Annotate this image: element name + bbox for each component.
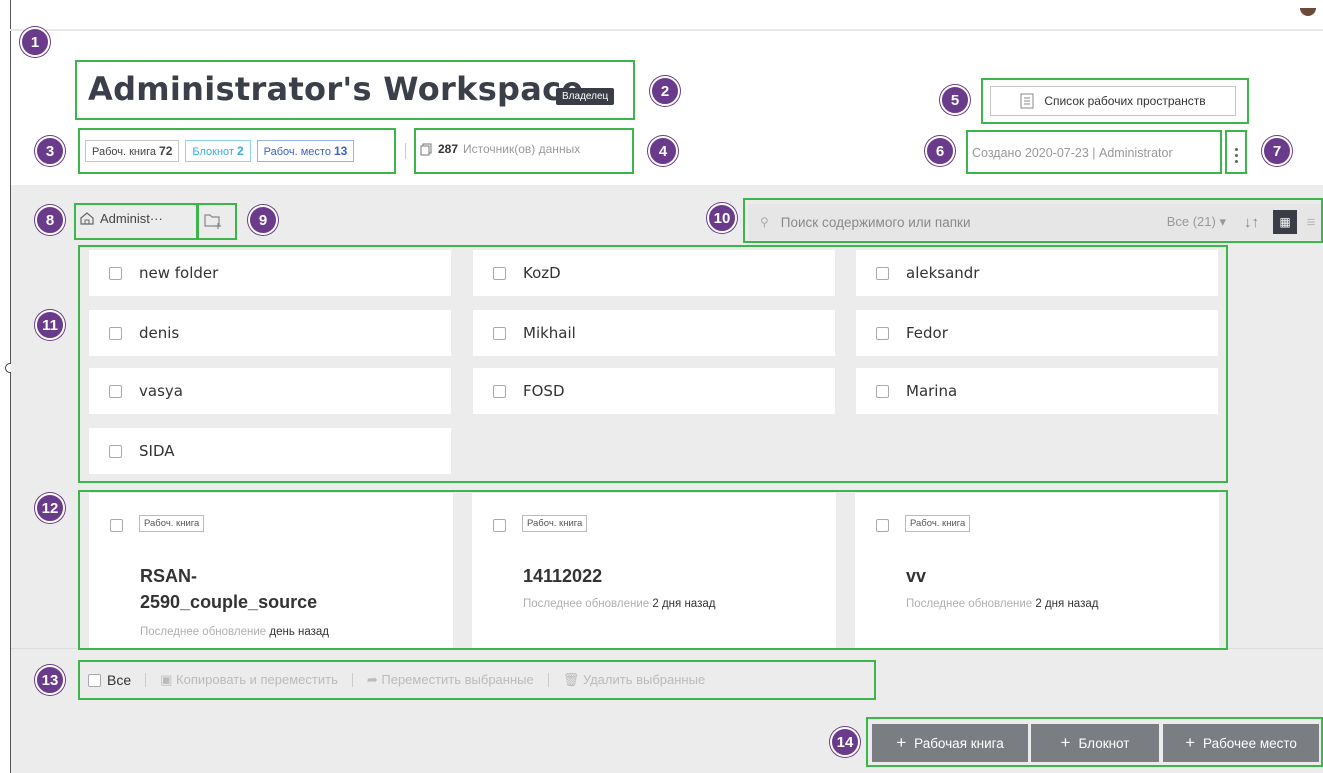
marker-4: 4 [648,136,678,166]
marker-12: 12 [35,493,65,523]
marker-2: 2 [650,76,680,106]
highlight-cards [78,490,1228,650]
highlight-new-folder [197,203,237,240]
marker-11: 11 [35,310,65,340]
highlight-sources [414,128,634,174]
marker-9: 9 [248,205,278,235]
marker-5: 5 [940,85,970,115]
marker-10: 10 [707,203,737,233]
highlight-bulk-actions [78,660,876,700]
marker-6: 6 [925,136,955,166]
marker-8: 8 [35,205,65,235]
marker-13: 13 [35,665,65,695]
highlight-title [75,60,635,120]
highlight-folders [78,245,1228,483]
marker-1: 1 [20,27,50,57]
highlight-create-buttons [866,717,1323,767]
highlight-search [743,198,1323,243]
highlight-breadcrumb [74,203,198,240]
highlight-workspace-list [981,78,1249,124]
divider [405,143,406,159]
highlight-counts [78,128,396,174]
highlight-created [966,130,1222,174]
marker-7: 7 [1262,136,1292,166]
top-divider [10,29,1323,31]
marker-14: 14 [830,727,860,757]
highlight-more [1225,130,1247,174]
marker-3: 3 [35,136,65,166]
